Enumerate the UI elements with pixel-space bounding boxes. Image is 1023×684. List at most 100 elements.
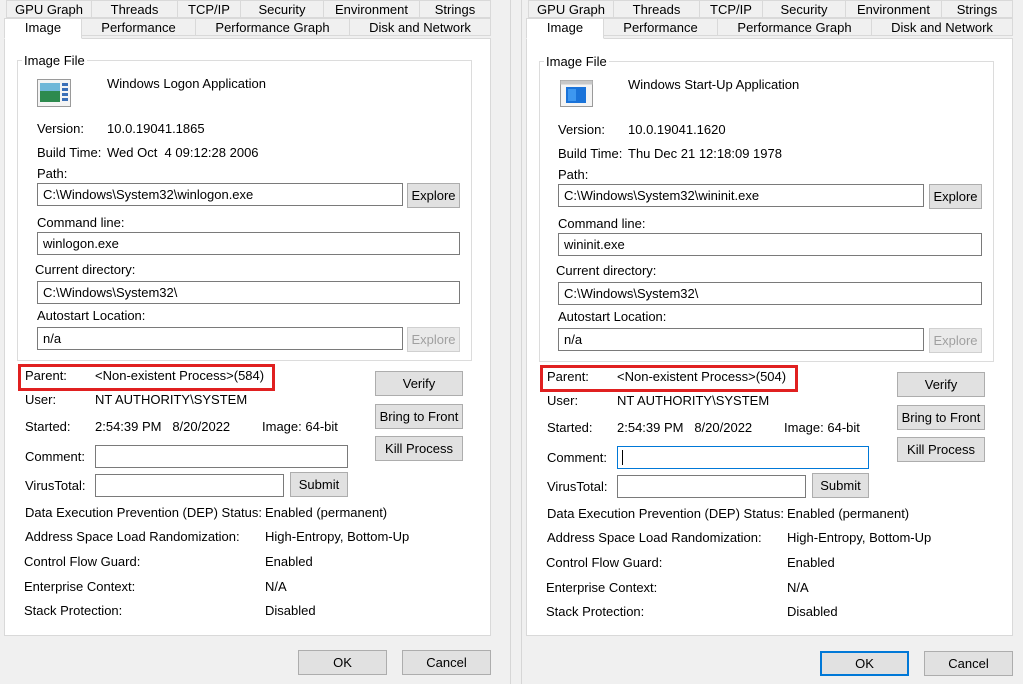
parent-value: <Non-existent Process>(504) [617,369,787,384]
cfg-value: Enabled [265,554,313,569]
tab-performance[interactable]: Performance [603,18,718,36]
version-value: 10.0.19041.1620 [628,122,726,137]
path-label: Path: [558,167,589,182]
tab-disk-and-network[interactable]: Disk and Network [871,18,1013,36]
parent-label: Parent: [547,369,589,384]
version-label: Version: [37,121,84,136]
image-bits-value: Image: 64-bit [784,420,860,435]
dep-value: Enabled (permanent) [787,506,910,521]
version-label: Version: [558,122,605,137]
aslr-label: Address Space Load Randomization: [547,530,762,545]
tab-image[interactable]: Image [526,18,604,39]
winlogon-app-icon [37,79,71,107]
image-description: Windows Logon Application [107,76,266,91]
cancel-button[interactable]: Cancel [924,651,1013,676]
tab-gpu-graph[interactable]: GPU Graph [528,0,614,18]
kill-process-button[interactable]: Kill Process [375,436,463,461]
explore-path-button[interactable]: Explore [407,183,460,208]
ok-button[interactable]: OK [820,651,909,676]
stack-protection-label: Stack Protection: [24,603,123,618]
path-field[interactable]: C:\Windows\System32\winlogon.exe [37,183,403,206]
stack-protection-value: Disabled [265,603,316,618]
path-field[interactable]: C:\Windows\System32\wininit.exe [558,184,924,207]
path-label: Path: [37,166,68,181]
virustotal-label: VirusTotal: [25,478,86,493]
dep-label: Data Execution Prevention (DEP) Status: [25,505,263,520]
user-label: User: [25,392,57,407]
verify-button[interactable]: Verify [375,371,463,396]
user-label: User: [547,393,579,408]
parent-label: Parent: [25,368,67,383]
text-cursor [622,450,623,465]
tab-strings[interactable]: Strings [941,0,1013,18]
bring-to-front-button[interactable]: Bring to Front [897,405,985,430]
build-time-value: Wed Oct 4 09:12:28 2006 [107,145,259,160]
enterprise-context-value: N/A [265,579,287,594]
current-directory-field[interactable]: C:\Windows\System32\ [558,282,982,305]
kill-process-button[interactable]: Kill Process [897,437,985,462]
enterprise-context-label: Enterprise Context: [24,579,136,594]
image-bits-value: Image: 64-bit [262,419,338,434]
dep-value: Enabled (permanent) [265,505,388,520]
current-directory-field[interactable]: C:\Windows\System32\ [37,281,460,304]
cfg-label: Control Flow Guard: [24,554,141,569]
current-directory-label: Current directory: [556,263,657,278]
image-description: Windows Start-Up Application [628,77,800,92]
aslr-value: High-Entropy, Bottom-Up [265,529,410,544]
ok-button[interactable]: OK [298,650,387,675]
tab-image[interactable]: Image [4,18,82,39]
version-value: 10.0.19041.1865 [107,121,205,136]
tab-disk-and-network[interactable]: Disk and Network [349,18,491,36]
virustotal-field[interactable] [95,474,284,497]
submit-button[interactable]: Submit [290,472,348,497]
virustotal-field[interactable] [617,475,806,498]
current-directory-label: Current directory: [35,262,136,277]
command-line-field[interactable]: winlogon.exe [37,232,460,255]
user-value: NT AUTHORITY\SYSTEM [617,393,770,408]
enterprise-context-label: Enterprise Context: [546,580,658,595]
wininit-app-icon [560,80,593,107]
tab-performance-graph[interactable]: Performance Graph [717,18,872,36]
stack-protection-value: Disabled [787,604,838,619]
tab-security[interactable]: Security [240,0,324,18]
explore-path-button[interactable]: Explore [929,184,982,209]
tab-strings[interactable]: Strings [419,0,491,18]
command-line-label: Command line: [558,216,646,231]
build-time-label: Build Time: [37,145,102,160]
left-properties-window: GPU Graph Threads TCP/IP Security Enviro… [0,0,510,684]
tab-environment[interactable]: Environment [323,0,420,18]
comment-field[interactable] [95,445,348,468]
tab-environment[interactable]: Environment [845,0,942,18]
cancel-button[interactable]: Cancel [402,650,491,675]
bring-to-front-button[interactable]: Bring to Front [375,404,463,429]
tab-security[interactable]: Security [762,0,846,18]
comment-label: Comment: [547,450,607,465]
tab-performance-graph[interactable]: Performance Graph [195,18,350,36]
tab-tcpip[interactable]: TCP/IP [177,0,241,18]
autostart-location-field[interactable]: n/a [37,327,403,350]
verify-button[interactable]: Verify [897,372,985,397]
tab-tcpip[interactable]: TCP/IP [699,0,763,18]
window-separator [510,0,522,684]
tab-threads[interactable]: Threads [613,0,700,18]
started-label: Started: [25,419,71,434]
parent-value: <Non-existent Process>(584) [95,368,265,383]
autostart-location-field[interactable]: n/a [558,328,924,351]
explore-autostart-button[interactable]: Explore [407,327,460,352]
autostart-location-label: Autostart Location: [558,309,667,324]
explore-autostart-button[interactable]: Explore [929,328,982,353]
stack-protection-label: Stack Protection: [546,604,645,619]
autostart-location-label: Autostart Location: [37,308,146,323]
tab-gpu-graph[interactable]: GPU Graph [6,0,92,18]
tab-threads[interactable]: Threads [91,0,178,18]
command-line-field[interactable]: wininit.exe [558,233,982,256]
build-time-label: Build Time: [558,146,623,161]
started-label: Started: [547,420,593,435]
started-value: 2:54:39 PM 8/20/2022 [617,420,753,435]
tab-performance[interactable]: Performance [81,18,196,36]
image-file-legend: Image File [22,53,87,68]
comment-field[interactable] [617,446,869,469]
submit-button[interactable]: Submit [812,473,869,498]
user-value: NT AUTHORITY\SYSTEM [95,392,248,407]
virustotal-label: VirusTotal: [547,479,608,494]
